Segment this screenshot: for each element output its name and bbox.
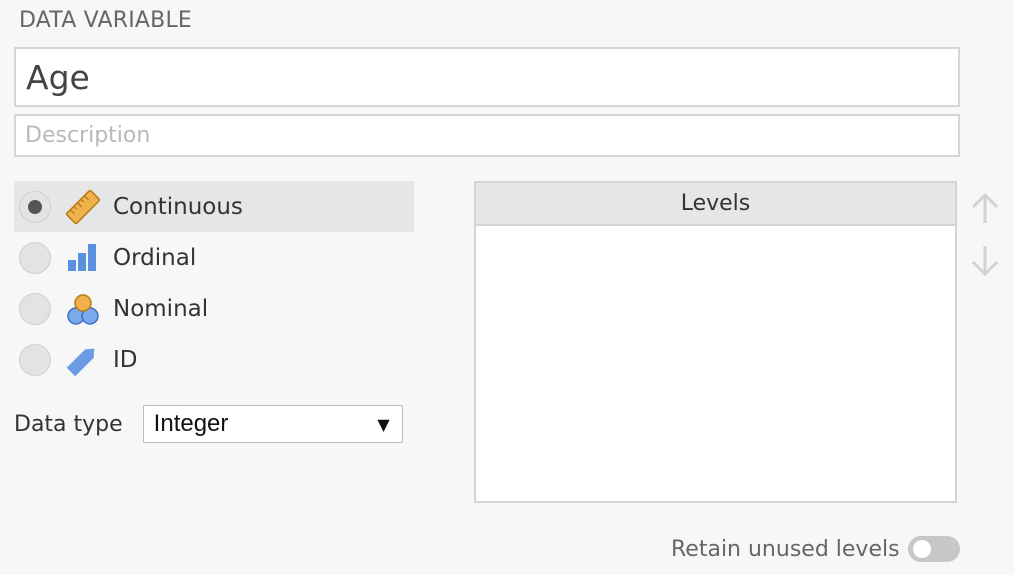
retain-unused-levels-toggle[interactable]	[907, 536, 960, 562]
continuous-radio[interactable]	[19, 190, 51, 223]
retain-unused-levels-row: Retain unused levels	[671, 532, 960, 566]
levels-panel: Levels	[474, 181, 957, 503]
data-variable-editor: DATA VARIABLE Continuous	[0, 0, 1014, 575]
toggle-knob	[912, 540, 931, 558]
data-type-value: Integer	[153, 410, 229, 437]
measure-option-continuous[interactable]: Continuous	[14, 181, 414, 232]
move-level-up-button[interactable]	[967, 190, 1003, 226]
measure-option-ordinal[interactable]: Ordinal	[14, 232, 414, 283]
retain-unused-levels-label: Retain unused levels	[671, 536, 900, 562]
ruler-icon	[65, 189, 101, 224]
ordinal-label: Ordinal	[113, 244, 197, 271]
data-type-select[interactable]: Integer ▼	[142, 405, 403, 443]
description-input[interactable]	[14, 114, 960, 157]
arrow-down-icon	[971, 246, 999, 277]
measure-option-id[interactable]: ID	[14, 334, 414, 385]
bar-chart-icon	[68, 243, 96, 271]
id-radio[interactable]	[19, 343, 51, 376]
measure-type-list: Continuous Ordinal Nominal ID	[14, 181, 414, 385]
nominal-label: Nominal	[113, 295, 209, 322]
id-label: ID	[113, 346, 138, 373]
circles-icon	[67, 293, 99, 325]
dropdown-arrow-icon: ▼	[377, 414, 390, 434]
data-type-label: Data type	[14, 411, 123, 437]
nominal-radio[interactable]	[19, 292, 51, 325]
section-title: DATA VARIABLE	[19, 8, 193, 33]
variable-name-input[interactable]	[14, 47, 960, 107]
levels-header: Levels	[476, 183, 955, 226]
ordinal-radio[interactable]	[19, 241, 51, 274]
move-level-down-button[interactable]	[967, 243, 1003, 279]
tag-icon	[66, 348, 95, 376]
continuous-label: Continuous	[113, 193, 243, 220]
data-type-row: Data type Integer ▼	[14, 405, 403, 443]
arrow-up-icon	[971, 192, 999, 223]
measure-option-nominal[interactable]: Nominal	[14, 283, 414, 334]
